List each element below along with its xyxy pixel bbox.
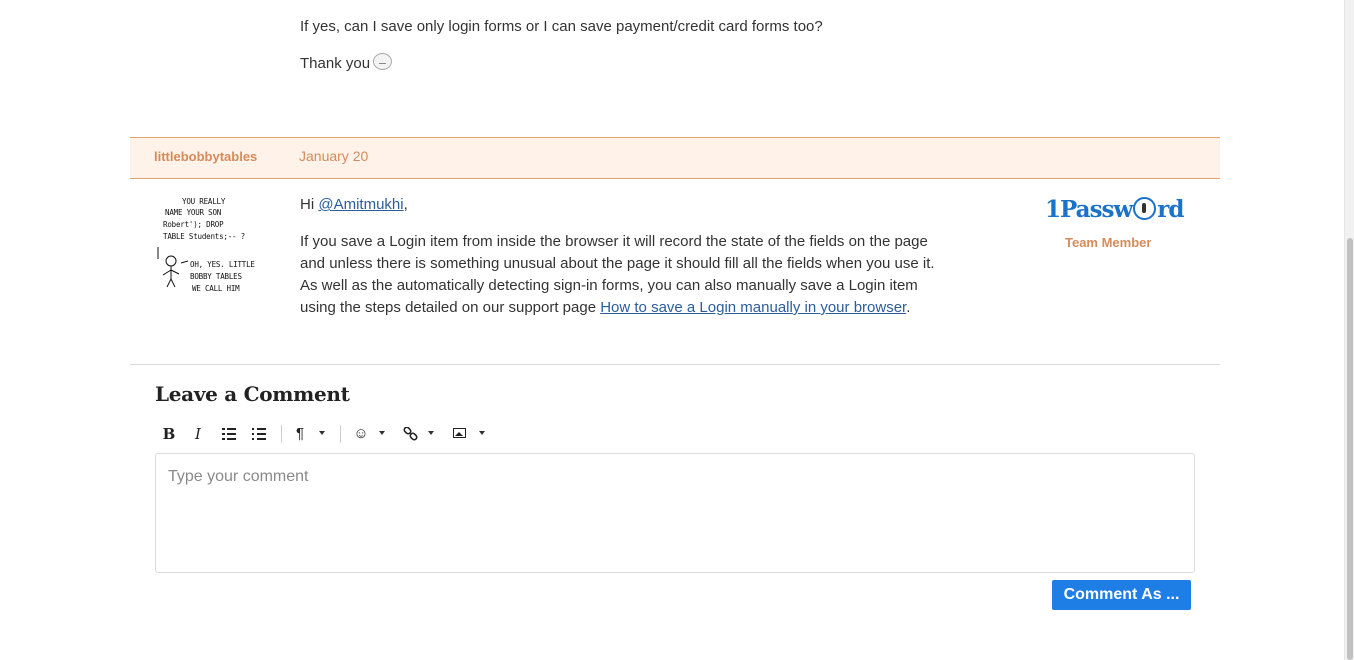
previous-comment-line: If yes, can I save only login forms or I… [300,18,823,35]
image-icon[interactable] [453,428,466,438]
author-name[interactable]: littlebobbytables [154,149,257,164]
thanks-text: Thank you [300,55,371,72]
chevron-down-icon[interactable] [319,431,325,435]
comic-text: NAME YOUR SON [165,208,222,217]
comment-header: littlebobbytables January 20 [130,137,1220,179]
leave-comment-title: Leave a Comment [155,382,350,406]
greeting-prefix: Hi [300,196,319,213]
brand-logo-text-end: rd [1157,196,1184,223]
avatar[interactable]: YOU REALLY NAME YOUR SON Robert'); DROP … [155,193,255,297]
bulleted-list-icon[interactable] [252,427,266,440]
toolbar-separator [281,425,282,443]
scrollbar-thumb[interactable] [1347,238,1353,660]
chevron-down-icon[interactable] [379,431,385,435]
chevron-down-icon[interactable] [428,431,434,435]
comic-text: OH, YES. LITTLE [190,260,255,269]
link-icon[interactable] [403,427,418,442]
keyhole-icon [1133,197,1157,220]
brand-logo: 1Passw rd [1045,196,1184,226]
role-badge: Team Member [1065,235,1152,250]
bold-button[interactable]: B [161,422,177,446]
comic-text: BOBBY TABLES [190,272,242,281]
comment-date[interactable]: January 20 [299,148,368,164]
stick-figure-icon [157,247,189,288]
paragraph-format-button[interactable]: ¶ [293,422,307,446]
brand-logo-text: 1Passw [1045,196,1133,223]
toolbar-separator [340,425,341,443]
comment-body-end: . [906,299,911,316]
chevron-down-icon[interactable] [479,431,485,435]
previous-comment-thanks: Thank you [300,53,393,74]
comic-text: WE CALL HIM [192,284,240,293]
mention-link[interactable]: @Amitmukhi [318,196,403,213]
comment-input[interactable] [155,453,1195,573]
divider [130,364,1220,365]
comment-body: If you save a Login item from inside the… [300,231,955,319]
comment-as-button[interactable]: Comment As ... [1052,580,1191,610]
support-page-link[interactable]: How to save a Login manually in your bro… [600,299,906,316]
greeting-suffix: , [403,196,408,213]
comic-text: Robert'); DROP [163,220,224,229]
editor-toolbar: B I ¶ ☺ [155,422,555,446]
scrollbar[interactable] [1344,0,1354,660]
comic-text: YOU REALLY [182,197,226,206]
ordered-list-icon[interactable] [222,427,236,440]
comment-greeting: Hi @Amitmukhi, [300,195,955,215]
emoji-button[interactable]: ☺ [353,422,369,446]
italic-button[interactable]: I [191,422,205,446]
smiley-icon [373,53,393,70]
